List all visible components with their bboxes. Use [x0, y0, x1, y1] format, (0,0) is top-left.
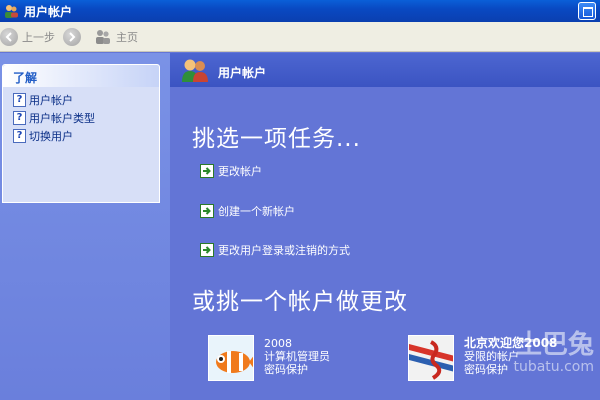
- help-icon: ?: [13, 111, 26, 125]
- task-label: 更改帐户: [218, 165, 262, 178]
- pick-account-heading: 或挑一个帐户做更改: [192, 289, 408, 315]
- help-icon: ?: [13, 93, 26, 107]
- green-arrow-icon: [200, 243, 214, 257]
- account-name: 2008: [264, 337, 292, 350]
- back-arrow-icon: [0, 28, 18, 46]
- toolbar: 上一步 主页: [0, 22, 600, 52]
- olympic-emblem-avatar: [408, 335, 454, 381]
- forward-arrow-icon: [63, 28, 81, 46]
- learn-about-heading: 了解: [3, 65, 159, 87]
- task-change-logon-logoff[interactable]: 更改用户登录或注销的方式: [200, 242, 350, 258]
- clownfish-avatar: [208, 335, 254, 381]
- task-create-account[interactable]: 创建一个新帐户: [200, 203, 295, 219]
- watermark: 土巴兔 tubatu.com: [470, 324, 600, 400]
- help-link-label: 切换用户: [29, 130, 73, 143]
- back-button-label: 上一步: [22, 31, 55, 44]
- account-type: 计算机管理员: [264, 350, 330, 363]
- task-pane: 了解 ? 用户帐户 ? 用户帐户类型 ? 切换用户: [0, 53, 170, 400]
- title-bar: 用户帐户: [0, 0, 600, 22]
- help-icon: ?: [13, 129, 26, 143]
- help-link-label: 用户帐户: [29, 94, 73, 107]
- task-label: 创建一个新帐户: [218, 205, 295, 218]
- task-change-account[interactable]: 更改帐户: [200, 163, 262, 179]
- window-title: 用户帐户: [24, 5, 73, 19]
- task-label: 更改用户登录或注销的方式: [218, 244, 350, 257]
- green-arrow-icon: [200, 204, 214, 218]
- user-accounts-icon: [182, 59, 208, 82]
- watermark-url: tubatu.com: [513, 359, 594, 375]
- maximize-button[interactable]: [578, 2, 596, 20]
- home-users-icon: [96, 30, 110, 44]
- forward-button[interactable]: [63, 27, 81, 47]
- content-header-title: 用户帐户: [218, 66, 267, 80]
- help-link-switch-users[interactable]: ? 切换用户: [13, 127, 159, 145]
- account-status: 密码保护: [264, 363, 308, 376]
- learn-about-panel: 了解 ? 用户帐户 ? 用户帐户类型 ? 切换用户: [2, 64, 160, 203]
- content-header: 用户帐户: [170, 53, 600, 87]
- user-accounts-icon: [5, 5, 18, 18]
- help-link-label: 用户帐户类型: [29, 112, 95, 125]
- account-tile-2008[interactable]: 2008 计算机管理员 密码保护: [208, 335, 330, 381]
- help-link-account-types[interactable]: ? 用户帐户类型: [13, 109, 159, 127]
- back-button[interactable]: 上一步: [0, 27, 55, 47]
- help-link-user-accounts[interactable]: ? 用户帐户: [13, 91, 159, 109]
- home-button-label: 主页: [116, 31, 138, 44]
- green-arrow-icon: [200, 164, 214, 178]
- watermark-brand: 土巴兔: [515, 330, 594, 360]
- home-button[interactable]: 主页: [94, 27, 138, 47]
- pick-task-heading: 挑选一项任务...: [192, 126, 361, 152]
